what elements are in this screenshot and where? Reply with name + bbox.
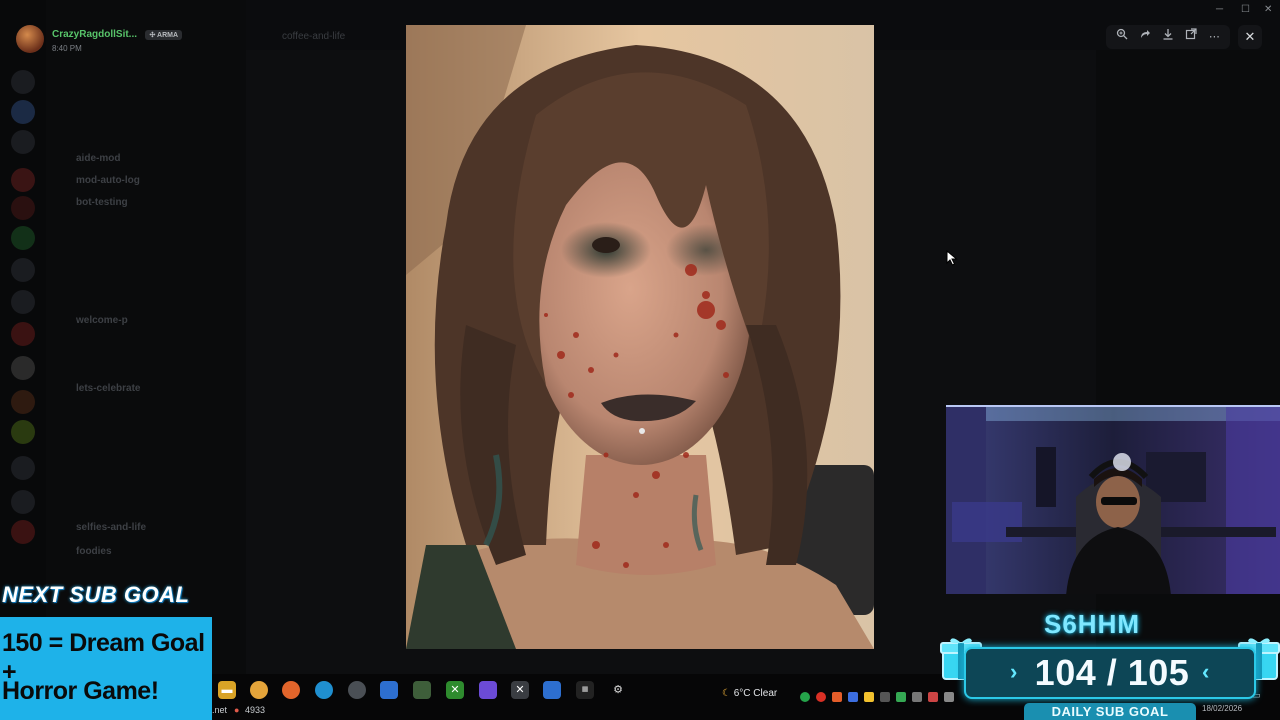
channel-item[interactable]: selfies-and-life (76, 522, 146, 533)
file-explorer-icon[interactable]: ▬ (218, 681, 236, 699)
discord-icon[interactable] (479, 681, 497, 699)
close-viewer-button[interactable]: ✕ (1238, 25, 1262, 49)
minimize-icon[interactable]: ─ (1216, 4, 1223, 15)
tray-icon[interactable] (912, 692, 922, 702)
server-rail (0, 0, 46, 720)
chrome-icon[interactable] (250, 681, 268, 699)
badge-label: ARMA (157, 32, 179, 39)
server-icon[interactable] (11, 168, 35, 192)
tray-icon[interactable] (864, 692, 874, 702)
sub-count: 104 / 105 (1034, 652, 1190, 693)
channel-item[interactable]: lets-celebrate (76, 383, 140, 394)
taskbar-label: .net (212, 705, 228, 715)
tray-icon[interactable] (928, 692, 938, 702)
viewer-toolbar: ⋯ (1106, 25, 1230, 49)
weather-widget[interactable]: ☾ 6°C Clear (722, 688, 777, 699)
daily-sub-goal-widget: S6HHM › 104 / 105 ‹ DAILY SUB GOAL (940, 605, 1280, 720)
next-sub-goal-box: 150 = Dream Goal + Horror Game! (0, 617, 212, 720)
channel-item[interactable]: bot-testing (76, 197, 128, 208)
user-tag-badge: ✣ ARMA (145, 30, 183, 40)
avatar[interactable] (16, 24, 44, 53)
server-icon[interactable] (11, 258, 35, 282)
settings-icon[interactable]: ⚙ (609, 681, 627, 699)
whatsapp-icon[interactable] (800, 692, 810, 702)
server-icon[interactable] (11, 70, 35, 94)
mouse-cursor-icon (946, 249, 958, 271)
channel-item[interactable]: mod-auto-log (76, 175, 140, 186)
xbox-icon[interactable]: ✕ (446, 681, 464, 699)
image-author: CrazyRagdollSit... ✣ ARMA 8:40 PM (16, 24, 183, 53)
channel-list: aide-mod mod-auto-log bot-testing welcom… (46, 0, 246, 720)
server-icon[interactable] (11, 356, 35, 380)
tray-icon[interactable] (848, 692, 858, 702)
goal-line-2: Horror Game! (2, 677, 159, 705)
app-icon[interactable] (543, 681, 561, 699)
window-close-icon[interactable]: ✕ (1264, 4, 1272, 15)
webcam-feed (946, 405, 1280, 594)
moon-icon: ☾ (722, 688, 731, 699)
weather-text: 6°C Clear (733, 688, 778, 699)
open-external-icon[interactable] (1182, 28, 1200, 46)
tray-icon[interactable] (880, 692, 890, 702)
maximize-icon[interactable]: ☐ (1241, 4, 1250, 15)
server-icon[interactable] (11, 520, 35, 544)
more-options-icon[interactable]: ⋯ (1205, 28, 1223, 46)
server-icon[interactable] (11, 226, 35, 250)
server-icon[interactable] (11, 196, 35, 220)
screen: aide-mod mod-auto-log bot-testing welcom… (0, 0, 1280, 720)
zoom-in-icon[interactable] (1113, 28, 1131, 46)
forward-icon[interactable] (1136, 28, 1154, 46)
username[interactable]: CrazyRagdollSit... (52, 29, 137, 40)
post-time: 8:40 PM (52, 44, 82, 53)
daily-sub-goal-label: DAILY SUB GOAL (1024, 703, 1196, 720)
server-icon[interactable] (11, 490, 35, 514)
tray-icon[interactable] (816, 692, 826, 702)
viewer-image[interactable] (406, 25, 874, 649)
edge-icon[interactable] (315, 681, 333, 699)
server-icon[interactable] (11, 420, 35, 444)
server-icon[interactable] (11, 456, 35, 480)
channel-title: coffee-and-life (282, 31, 346, 42)
server-icon[interactable] (11, 290, 35, 314)
chevron-left-icon: ‹ (1202, 659, 1210, 684)
tray-icon[interactable] (832, 692, 842, 702)
next-sub-goal-title: NEXT SUB GOAL (2, 582, 190, 607)
download-icon[interactable] (1159, 28, 1177, 46)
app-icon[interactable] (348, 681, 366, 699)
channel-item[interactable]: foodies (76, 546, 112, 557)
streamer-name: S6HHM (1044, 609, 1141, 639)
channel-item[interactable]: welcome-p (76, 315, 128, 326)
server-icon[interactable] (11, 130, 35, 154)
sub-count-bar: › 104 / 105 ‹ (964, 647, 1256, 699)
firefox-icon[interactable] (282, 681, 300, 699)
app-icon[interactable]: ▦ (576, 681, 594, 699)
server-icon[interactable] (11, 100, 35, 124)
channel-item[interactable]: aide-mod (76, 153, 120, 164)
app-icon[interactable] (413, 681, 431, 699)
fire-icon: ● (234, 705, 240, 715)
taskbar-counter: 4933 (245, 705, 266, 715)
app-icon[interactable] (380, 681, 398, 699)
server-icon[interactable] (11, 390, 35, 414)
tray-icon[interactable] (896, 692, 906, 702)
server-icon[interactable] (11, 322, 35, 346)
app-icon[interactable]: ✕ (511, 681, 529, 699)
